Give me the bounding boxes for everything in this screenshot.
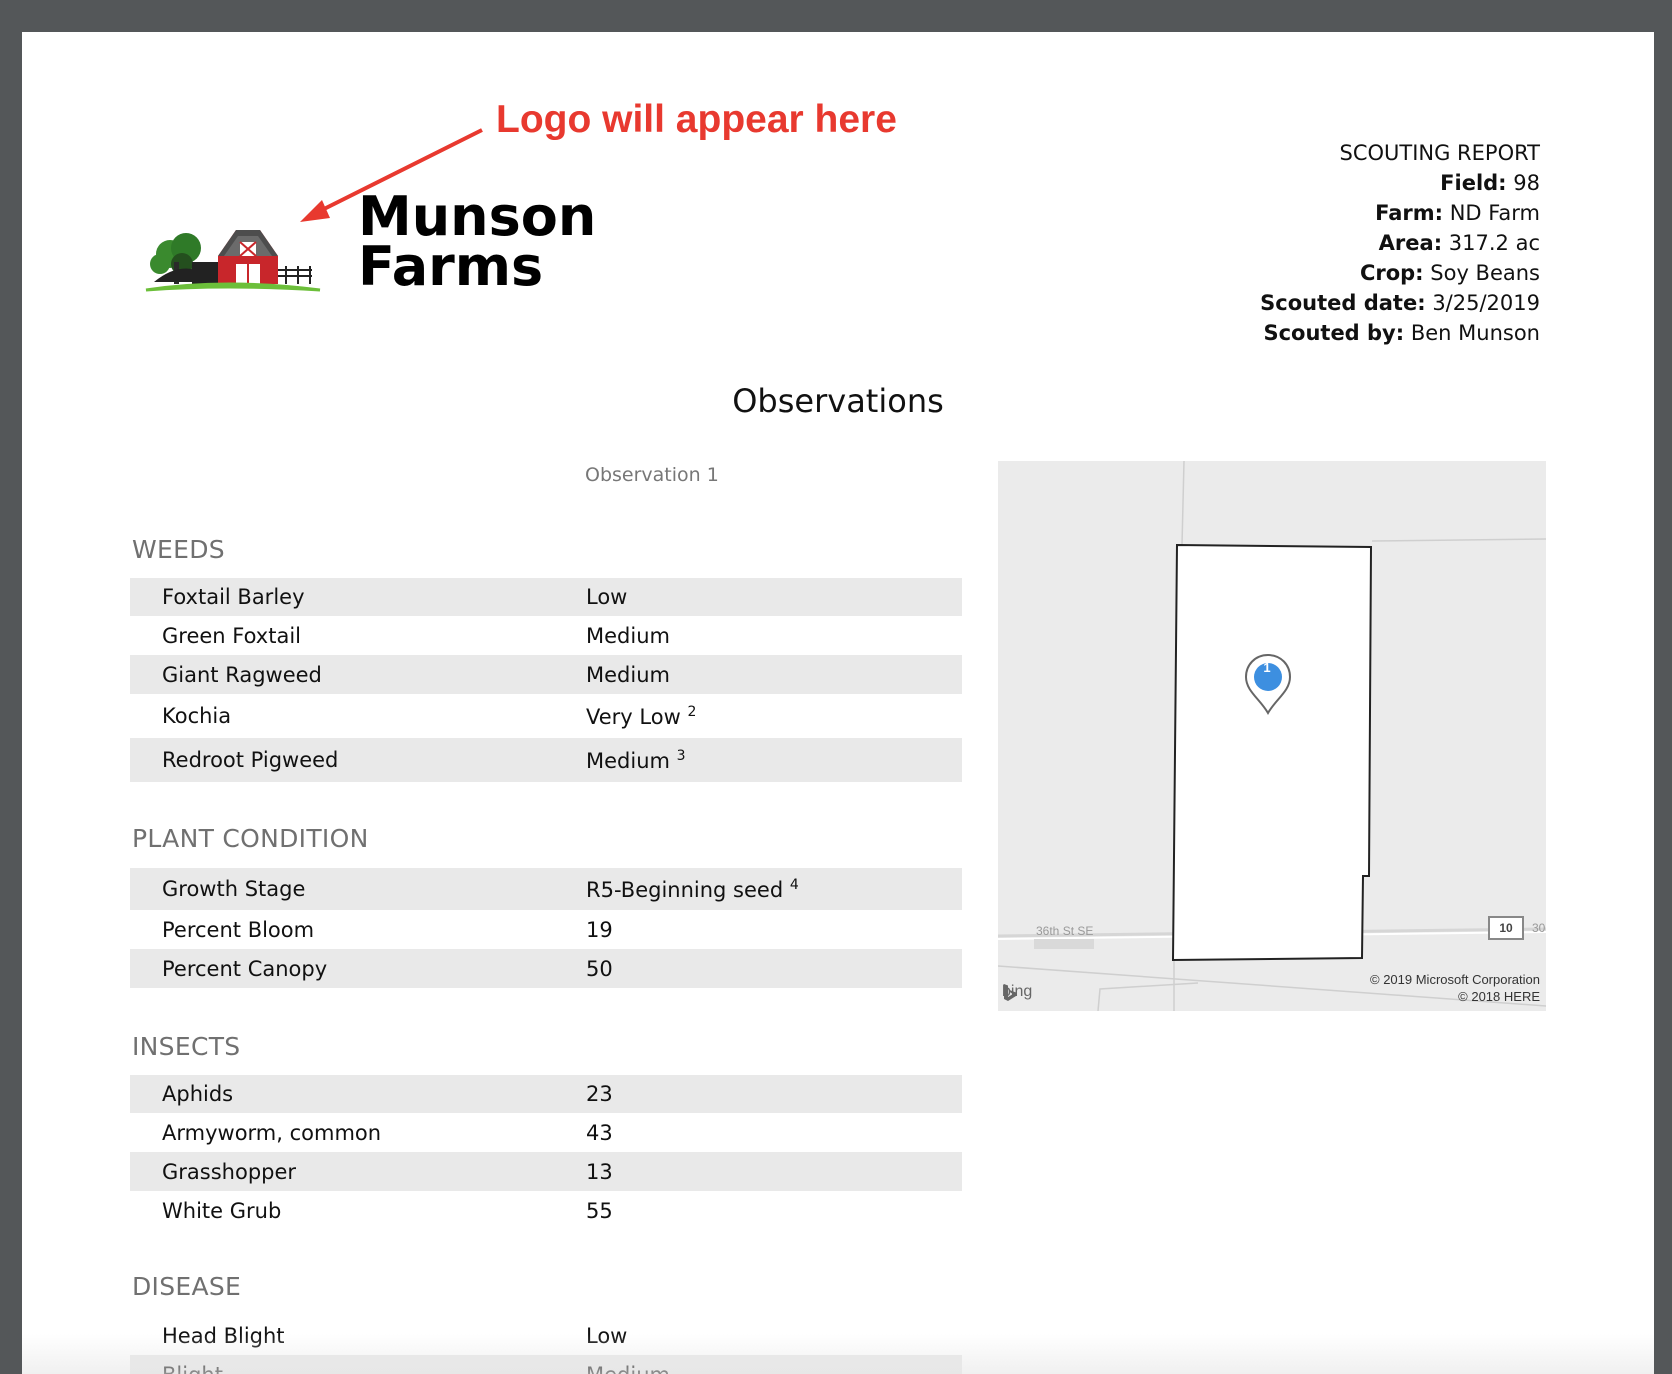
table-row: Head Blight Low — [162, 1323, 628, 1348]
table-plant-condition: Growth Stage R5-Beginning seed 4 Percent … — [130, 868, 962, 988]
table-row: Grasshopper 13 — [130, 1152, 962, 1191]
brand-line-2: Farms — [358, 235, 544, 298]
map-route-badge: 10 — [1488, 916, 1524, 940]
bing-icon — [1004, 984, 1016, 1001]
report-farm: Farm: ND Farm — [1375, 201, 1540, 225]
bing-logo: bing — [1002, 983, 1032, 1001]
report-scouted-by: Scouted by: Ben Munson — [1263, 321, 1540, 345]
map-road-label: 36th St SE — [1036, 924, 1094, 938]
brand-name: Munson Farms — [358, 190, 596, 298]
report-area: Area: 317.2 ac — [1378, 231, 1540, 255]
table-disease: Head BlightLow BlightMedium — [130, 1316, 962, 1374]
section-title-insects: INSECTS — [132, 1032, 241, 1061]
table-row: Kochia Very Low 2 — [162, 703, 697, 729]
section-title-disease: DISEASE — [132, 1272, 242, 1301]
table-row: Percent Canopy 50 — [130, 949, 962, 988]
map-route-label: 30 — [1532, 921, 1546, 935]
table-row: Aphids 23 — [130, 1075, 962, 1113]
report-title: SCOUTING REPORT — [1339, 141, 1540, 165]
section-title-plant-condition: PLANT CONDITION — [132, 824, 369, 853]
map-credit: © 2019 Microsoft Corporation © 2018 HERE — [1370, 972, 1540, 1004]
report-crop: Crop: Soy Beans — [1359, 261, 1540, 285]
footnote-marker: 3 — [676, 747, 686, 764]
report-field: Field: 98 — [1440, 171, 1540, 195]
table-row: Redroot Pigweed Medium 3 — [130, 738, 962, 782]
table-row: Growth Stage R5-Beginning seed 4 — [130, 868, 962, 910]
table-row: Foxtail Barley Low — [130, 578, 962, 616]
field-map[interactable]: 1 36th St SE 10 30 bing © 2019 Microsoft… — [998, 461, 1546, 1011]
table-row: Percent Bloom 19 — [162, 917, 613, 942]
footnote-marker: 2 — [687, 703, 697, 720]
table-row: Armyworm, common 43 — [162, 1120, 613, 1145]
table-row: BlightMedium — [130, 1355, 962, 1374]
table-row: Giant Ragweed Medium — [130, 655, 962, 694]
footnote-marker: 4 — [789, 876, 799, 893]
table-insects: Aphids 23 Armyworm, common 43 Grasshopper 1… — [130, 1075, 962, 1230]
observations-title: Observations — [732, 382, 944, 420]
logo-annotation: Logo will appear here — [496, 98, 897, 141]
table-weeds: Foxtail Barley Low Green Foxtail Medium Gi… — [130, 578, 962, 782]
table-row: White Grub 55 — [162, 1198, 613, 1223]
report-info: SCOUTING REPORT Field: 98 Farm: ND Farm … — [1260, 138, 1540, 348]
report-page: Logo will appear here Munson Farms SCOUT… — [22, 32, 1654, 1374]
farm-logo-icon — [145, 230, 321, 292]
report-scouted-date: Scouted date: 3/25/2019 — [1260, 291, 1540, 315]
map-pin-label[interactable]: 1 — [1255, 660, 1279, 675]
table-row: Green Foxtail Medium — [162, 623, 670, 648]
section-title-weeds: WEEDS — [132, 535, 225, 564]
observation-column-head: Observation 1 — [585, 464, 719, 486]
